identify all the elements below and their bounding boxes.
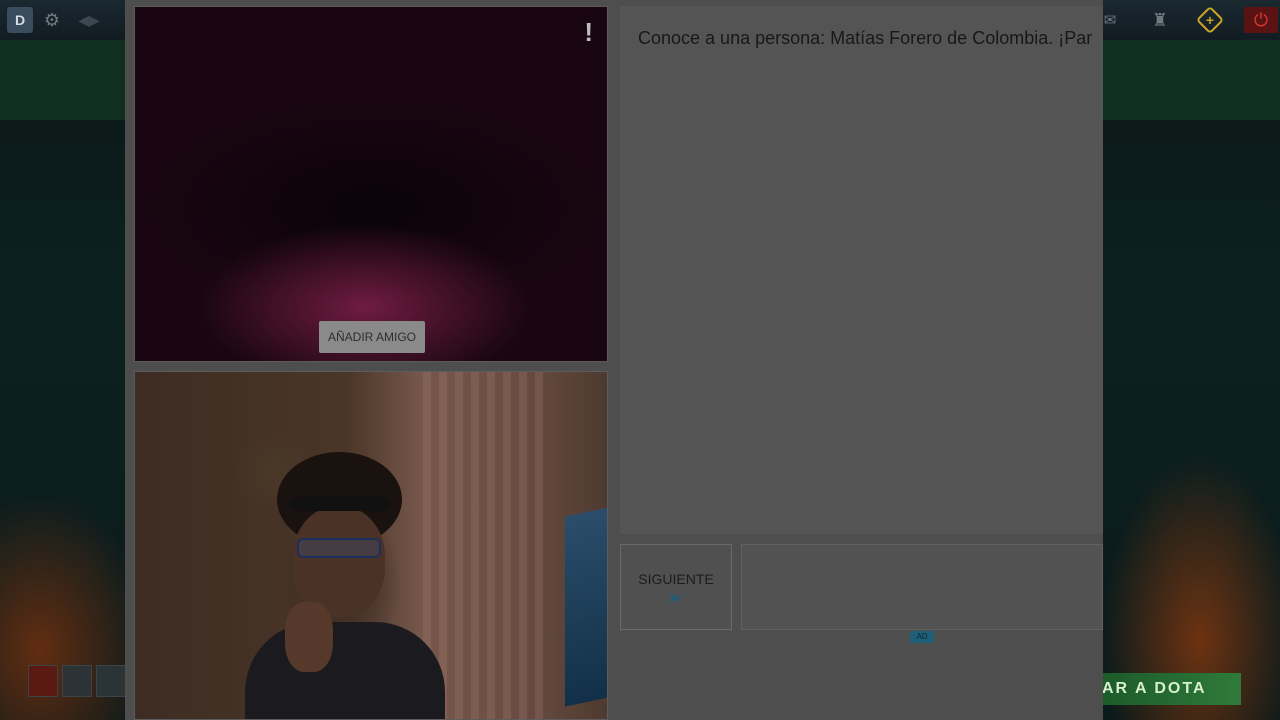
chat-log: Conoce a una persona: Matías Forero de C… xyxy=(620,6,1103,534)
armory-icon[interactable]: ♜ xyxy=(1147,7,1173,33)
party-slots xyxy=(28,665,126,697)
intro-message: Conoce a una persona: Matías Forero de C… xyxy=(638,28,1093,48)
gear-icon[interactable]: ⚙ xyxy=(39,7,65,33)
person xyxy=(245,452,445,719)
video-chat-window: ! AÑADIR AMIGO Conoce a una persona: Mat… xyxy=(125,0,1103,720)
party-slot[interactable] xyxy=(28,665,58,697)
report-icon[interactable]: ! xyxy=(584,17,593,48)
back-arrow-icon[interactable]: ◀▶ xyxy=(76,7,102,33)
ad-badge[interactable]: AD xyxy=(910,631,934,643)
next-button[interactable]: SIGUIENTE |▶| xyxy=(620,544,732,630)
local-video xyxy=(134,371,608,720)
plus-icon[interactable]: + xyxy=(1195,5,1225,35)
play-button-label: AR A DOTA xyxy=(1102,680,1207,697)
monitor xyxy=(565,507,607,707)
message-input[interactable] xyxy=(741,544,1103,630)
party-slot[interactable] xyxy=(96,665,126,697)
dota-logo-icon[interactable]: D xyxy=(7,7,33,33)
next-button-label: SIGUIENTE xyxy=(638,570,714,587)
power-icon[interactable]: ⏻ xyxy=(1244,7,1278,33)
play-dota-button[interactable]: AR A DOTA xyxy=(1100,673,1241,705)
next-key-icon: |▶| xyxy=(668,591,684,604)
remote-video: ! AÑADIR AMIGO xyxy=(134,6,608,362)
add-friend-button[interactable]: AÑADIR AMIGO xyxy=(319,321,425,353)
party-slot[interactable] xyxy=(62,665,92,697)
